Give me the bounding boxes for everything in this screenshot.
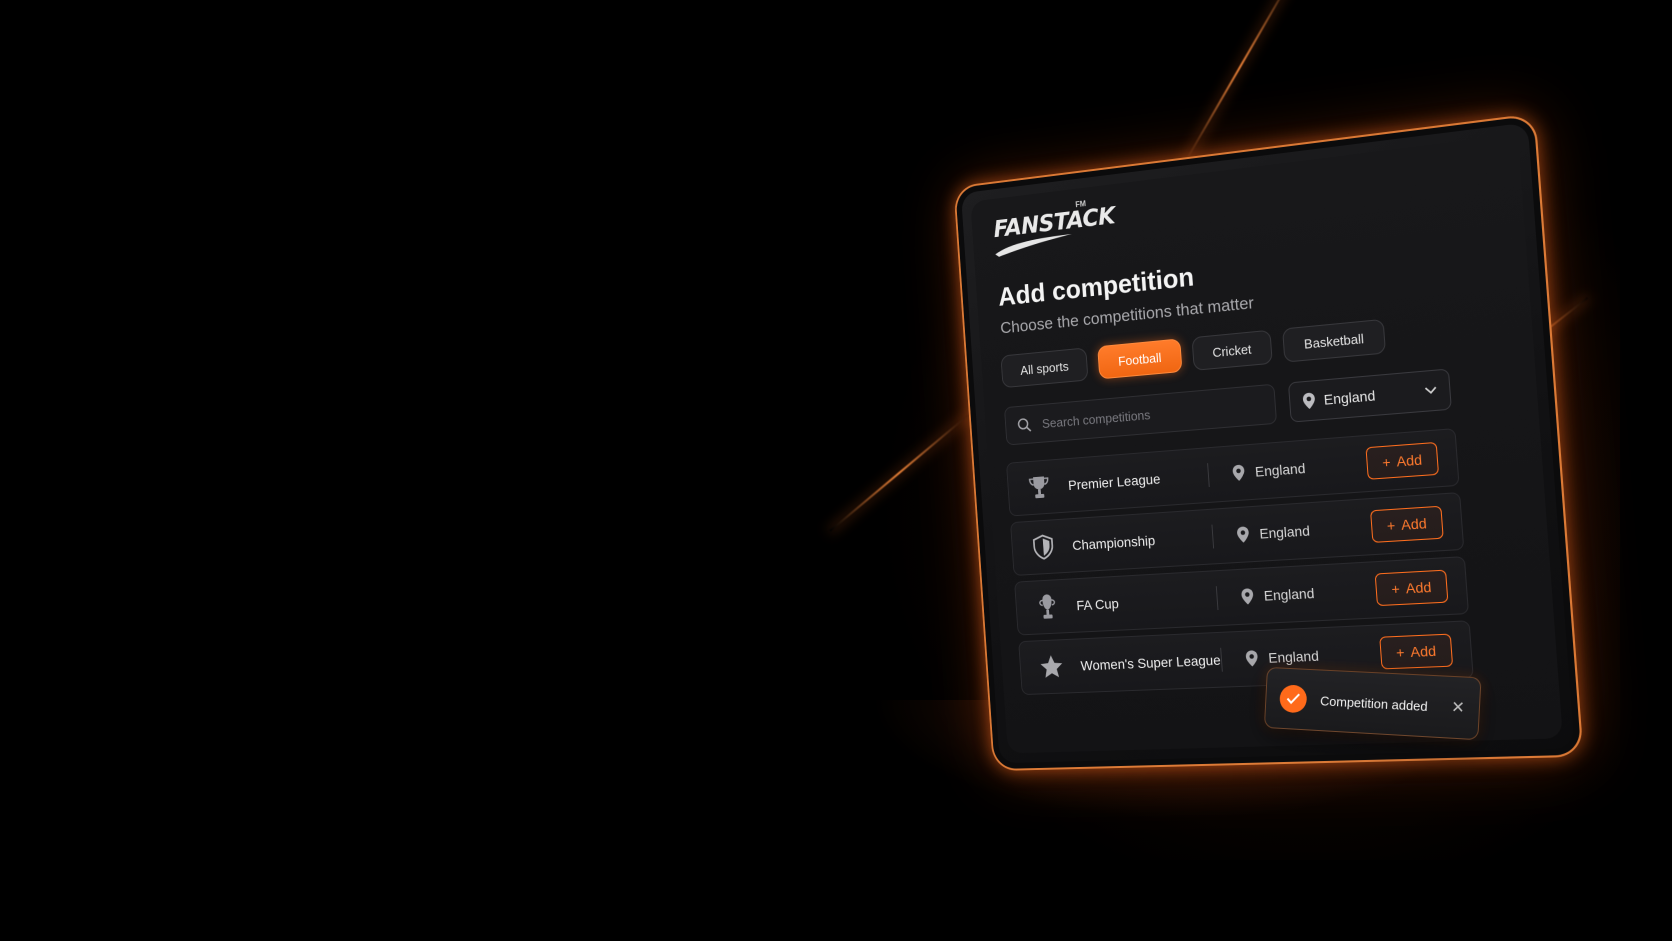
check-icon — [1279, 684, 1308, 714]
close-icon[interactable]: ✕ — [1451, 697, 1466, 718]
competition-location: England — [1231, 456, 1350, 483]
chip-basketball[interactable]: Basketball — [1282, 318, 1387, 363]
location-pin-icon — [1241, 588, 1254, 605]
competition-location: England — [1236, 519, 1355, 544]
toast-notification: Competition added ✕ — [1263, 666, 1482, 741]
search-icon — [1016, 417, 1031, 434]
scene: FANSTACK FM Add competition Choose the c… — [0, 0, 1672, 941]
add-button-label: Add — [1400, 514, 1428, 533]
chevron-down-icon — [1424, 386, 1437, 395]
add-button[interactable]: + Add — [1370, 505, 1444, 543]
competition-name: Championship — [1071, 532, 1156, 554]
toast-message: Competition added — [1319, 692, 1429, 714]
competition-name: Women's Super League — [1080, 651, 1222, 674]
app-screen: FANSTACK FM Add competition Choose the c… — [970, 134, 1563, 754]
competition-location: England — [1244, 645, 1364, 668]
location-pin-icon — [1245, 650, 1259, 667]
plus-icon: + — [1386, 516, 1396, 534]
competition-location: England — [1240, 582, 1359, 606]
toast-body: Competition added ✕ — [1263, 666, 1482, 741]
location-pin-icon — [1302, 392, 1316, 410]
add-button-label: Add — [1395, 451, 1423, 470]
add-button[interactable]: + Add — [1379, 633, 1454, 670]
chip-all-sports[interactable]: All sports — [1000, 347, 1089, 389]
chip-cricket[interactable]: Cricket — [1191, 329, 1273, 371]
competition-name: Premier League — [1067, 470, 1161, 494]
plus-icon: + — [1395, 643, 1405, 661]
add-button-label: Add — [1409, 642, 1437, 661]
competition-location-label: England — [1258, 522, 1311, 542]
location-pin-icon — [1236, 526, 1250, 543]
competition-location-label: England — [1267, 647, 1320, 666]
light-streak — [829, 414, 969, 532]
brand-trademark: FM — [1075, 199, 1087, 210]
search-input[interactable] — [1039, 396, 1260, 432]
row-divider — [1220, 647, 1223, 672]
row-divider — [1211, 524, 1215, 549]
plus-icon: + — [1381, 453, 1392, 471]
location-pin-icon — [1232, 464, 1246, 482]
shield-icon — [1033, 534, 1055, 560]
search-box — [1003, 383, 1278, 446]
cup-icon — [1036, 594, 1060, 619]
plus-icon: + — [1390, 580, 1401, 598]
star-icon — [1039, 654, 1064, 678]
competition-location-label: England — [1254, 459, 1306, 480]
competition-list: Premier League England + Add Championshi… — [1005, 428, 1474, 701]
competition-name: FA Cup — [1075, 595, 1120, 614]
row-divider — [1215, 586, 1219, 611]
add-button-label: Add — [1405, 578, 1432, 597]
add-button[interactable]: + Add — [1374, 569, 1449, 607]
add-button[interactable]: + Add — [1365, 441, 1440, 480]
region-select[interactable]: England — [1287, 368, 1452, 423]
row-divider — [1207, 463, 1210, 487]
chip-football[interactable]: Football — [1097, 338, 1183, 380]
competition-location-label: England — [1263, 584, 1315, 604]
trophy-icon — [1028, 474, 1051, 499]
region-select-value: England — [1323, 387, 1376, 408]
